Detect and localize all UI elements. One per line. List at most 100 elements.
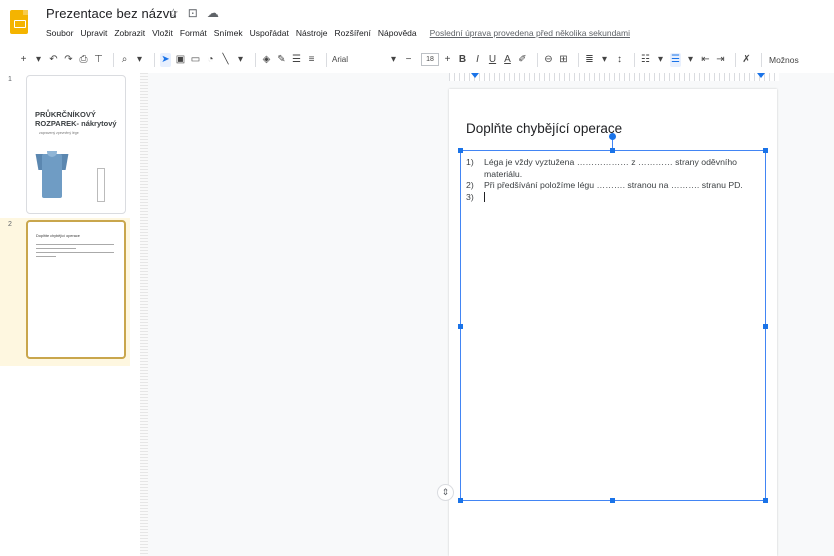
ruler-right-indent-marker[interactable]: [757, 73, 765, 78]
numbered-list[interactable]: 1) Léga je vždy vyztužena ……………… z ………… …: [466, 157, 756, 203]
more-options-button[interactable]: Možnos: [769, 55, 799, 65]
redo-icon[interactable]: ↷: [63, 53, 74, 67]
presentation-title[interactable]: Prezentace bez názvu: [46, 6, 177, 21]
paint-format-icon[interactable]: ⊤: [93, 53, 104, 67]
border-weight-icon[interactable]: ☰: [291, 53, 302, 67]
text-box-icon[interactable]: ▣: [175, 53, 186, 67]
align-icon[interactable]: ≣: [584, 53, 595, 67]
comment-icon[interactable]: ⊞: [558, 53, 569, 67]
resize-handle-top[interactable]: [610, 148, 615, 153]
highlight-icon[interactable]: ✐: [517, 53, 528, 67]
thumbnail-text-line: [36, 244, 114, 245]
resize-handle-left[interactable]: [458, 324, 463, 329]
list-number: 2): [466, 180, 474, 190]
print-icon[interactable]: ⎙: [78, 53, 89, 67]
zoom-icon[interactable]: ⌕: [119, 53, 130, 67]
resize-handle-top-right[interactable]: [763, 148, 768, 153]
fill-color-icon[interactable]: ◈: [261, 53, 272, 67]
text-cursor: [484, 192, 485, 203]
clear-formatting-icon[interactable]: ✗: [741, 53, 752, 67]
thumbnail-text-line: [36, 252, 114, 253]
resize-handle-top-left[interactable]: [458, 148, 463, 153]
insert-image-icon[interactable]: ▭: [190, 53, 201, 67]
speaker-notes-toggle-icon[interactable]: ⇕: [437, 484, 454, 501]
border-color-icon[interactable]: ✎: [276, 53, 287, 67]
slide-thumbnail-1[interactable]: PRŮKRČNÍKOVÝ ROZPAREK- nákrytový zaprave…: [26, 75, 126, 214]
menu-tools[interactable]: Nástroje: [296, 28, 328, 38]
list-number: 1): [466, 157, 474, 167]
italic-icon[interactable]: I: [472, 53, 483, 67]
toolbar-divider: [578, 52, 579, 67]
list-item[interactable]: 2) Při předšívání položíme légu ………. str…: [466, 180, 756, 192]
text-color-icon[interactable]: A: [502, 53, 513, 67]
toolbar: + ▾ ↶ ↷ ⎙ ⊤ ⌕ ▾ ➤ ▣ ▭ ◔ ╲ ▾ ◈ ✎ ☰ ≡ Aria…: [0, 46, 834, 73]
bulleted-list-icon[interactable]: ☷: [640, 53, 651, 67]
line-icon[interactable]: ╲: [220, 53, 231, 67]
zoom-dropdown-icon[interactable]: ▾: [134, 53, 145, 67]
resize-handle-bottom[interactable]: [610, 498, 615, 503]
new-slide-icon[interactable]: +: [18, 53, 29, 67]
menu-help[interactable]: Nápověda: [378, 28, 417, 38]
select-cursor-icon[interactable]: ➤: [160, 52, 171, 67]
line-dropdown-icon[interactable]: ▾: [235, 53, 246, 67]
title-icons: ☆ ⊡ ☁: [168, 6, 219, 20]
cloud-status-icon[interactable]: ☁: [207, 6, 219, 20]
slide-thumbnail-2[interactable]: Doplňte chybějící operace: [26, 220, 126, 359]
slide-title[interactable]: Doplňte chybějící operace: [466, 121, 622, 136]
rotate-handle[interactable]: [609, 133, 616, 140]
menu-arrange[interactable]: Uspořádat: [250, 28, 289, 38]
bold-icon[interactable]: B: [457, 53, 468, 67]
star-icon[interactable]: ☆: [168, 6, 179, 20]
list-item[interactable]: 3): [466, 192, 756, 204]
new-slide-dropdown-icon[interactable]: ▾: [33, 53, 44, 67]
thumbnail-title: PRŮKRČNÍKOVÝ ROZPAREK- nákrytový: [35, 110, 117, 128]
menu-extensions[interactable]: Rozšíření: [335, 28, 371, 38]
slide-thumbnail-2-wrapper: 2 Doplňte chybějící operace: [0, 218, 130, 366]
menu-file[interactable]: Soubor: [46, 28, 73, 38]
slides-app-icon[interactable]: [10, 10, 28, 34]
list-item-text[interactable]: Při předšívání položíme légu ………. strano…: [484, 180, 756, 192]
horizontal-ruler[interactable]: [449, 73, 779, 81]
slide-number: 1: [8, 76, 12, 83]
shirt-image: [35, 148, 69, 200]
font-dropdown-icon[interactable]: ▾: [388, 53, 399, 67]
decrease-indent-icon[interactable]: ⇤: [700, 53, 711, 67]
font-size-increase-icon[interactable]: +: [442, 53, 453, 67]
border-dash-icon[interactable]: ≡: [306, 53, 317, 67]
align-dropdown-icon[interactable]: ▾: [599, 53, 610, 67]
menu-format[interactable]: Formát: [180, 28, 207, 38]
toolbar-divider: [634, 52, 635, 67]
thumbnail-text-line: [36, 248, 76, 249]
undo-icon[interactable]: ↶: [48, 53, 59, 67]
link-icon[interactable]: ⊖: [543, 53, 554, 67]
list-item-text[interactable]: Léga je vždy vyztužena ……………… z ………… str…: [484, 157, 756, 180]
toolbar-divider: [735, 52, 736, 67]
list-item-text[interactable]: [484, 192, 756, 204]
menu-insert[interactable]: Vložit: [152, 28, 173, 38]
numbered-list-icon[interactable]: ☰: [670, 52, 681, 67]
move-folder-icon[interactable]: ⊡: [188, 6, 198, 20]
line-spacing-icon[interactable]: ↕: [614, 53, 625, 67]
list-item[interactable]: 1) Léga je vždy vyztužena ……………… z ………… …: [466, 157, 756, 180]
font-size-input[interactable]: 18: [421, 53, 439, 66]
underline-icon[interactable]: U: [487, 53, 498, 67]
menu-edit[interactable]: Upravit: [80, 28, 107, 38]
increase-indent-icon[interactable]: ⇥: [715, 53, 726, 67]
font-select[interactable]: Arial: [332, 55, 384, 64]
filmstrip-scrollbar[interactable]: [140, 73, 148, 556]
last-edit-link[interactable]: Poslední úprava provedena před několika …: [430, 28, 630, 38]
menu-slide[interactable]: Snímek: [214, 28, 243, 38]
shape-icon[interactable]: ◔: [205, 53, 216, 67]
toolbar-divider: [326, 52, 327, 67]
font-size-decrease-icon[interactable]: −: [403, 53, 414, 67]
ruler-indent-marker[interactable]: [471, 73, 479, 78]
thumbnail-title: Doplňte chybějící operace: [36, 234, 80, 238]
bulleted-list-dropdown-icon[interactable]: ▾: [655, 53, 666, 67]
resize-handle-right[interactable]: [763, 324, 768, 329]
toolbar-divider: [255, 52, 256, 67]
resize-handle-bottom-right[interactable]: [763, 498, 768, 503]
resize-handle-bottom-left[interactable]: [458, 498, 463, 503]
numbered-list-dropdown-icon[interactable]: ▾: [685, 53, 696, 67]
top-bar: Prezentace bez názvu ☆ ⊡ ☁ Soubor Upravi…: [0, 0, 834, 46]
menu-view[interactable]: Zobrazit: [114, 28, 145, 38]
